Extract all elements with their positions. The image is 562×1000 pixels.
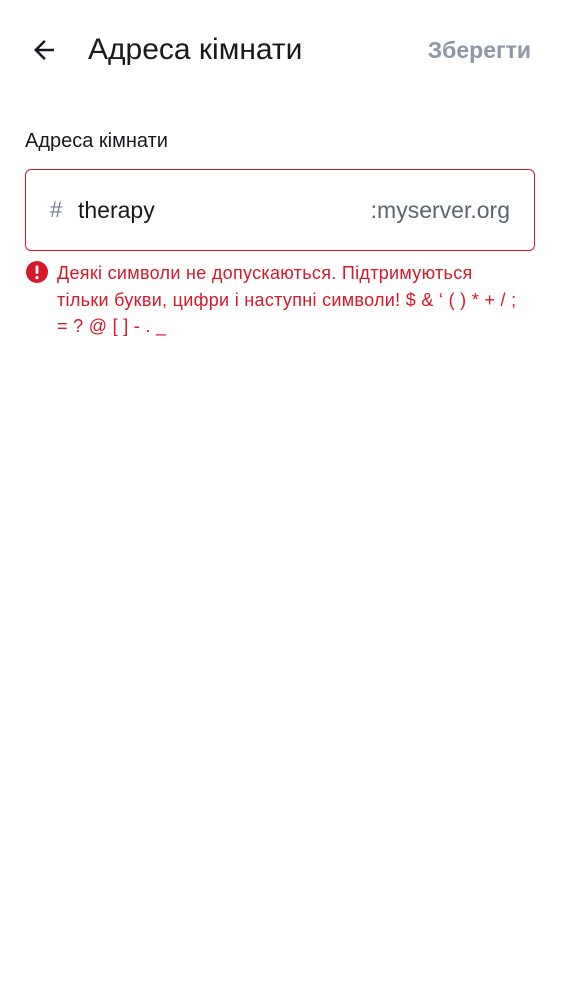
save-button[interactable]: Зберегти: [428, 32, 531, 68]
server-suffix: :myserver.org: [370, 197, 510, 223]
arrow-left-icon: [34, 40, 54, 60]
address-field[interactable]: # :myserver.org: [25, 169, 535, 251]
alias-input[interactable]: [78, 192, 318, 228]
error-message: Деякі символи не допускаються. Підтримую…: [57, 263, 517, 336]
address-field-label: Адреса кімнати: [25, 130, 168, 152]
page-title: Адреса кімнати: [88, 33, 303, 66]
back-button[interactable]: [22, 28, 66, 72]
app-bar: Адреса кімнати Зберегти: [0, 0, 562, 100]
hash-prefix: #: [50, 197, 63, 222]
exclamation-circle-icon: [26, 261, 48, 283]
